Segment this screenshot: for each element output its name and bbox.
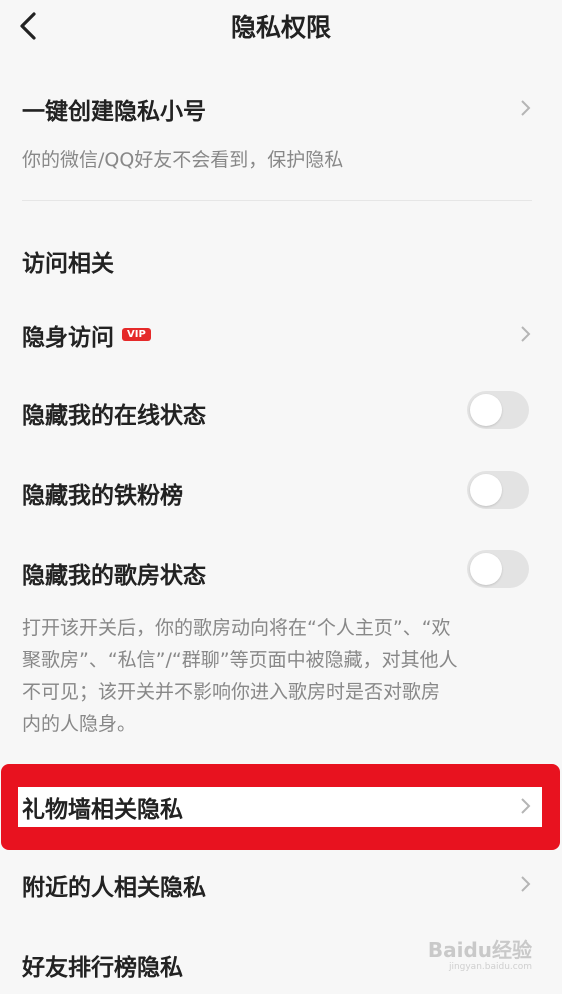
room-status-description: 打开该开关后，你的歌房动向将在“个人主页”、“欢 聚歌房”、“私信”/“群聊”等… bbox=[22, 617, 458, 735]
chevron-right-icon bbox=[519, 98, 533, 118]
hide-fans-list-toggle[interactable] bbox=[467, 471, 529, 509]
section-title-visit: 访问相关 bbox=[22, 251, 114, 277]
invisible-visit-label: 隐身访问 bbox=[22, 325, 114, 351]
vip-badge: VIP bbox=[122, 328, 151, 341]
toggle-knob bbox=[470, 553, 502, 585]
hide-online-status-label: 隐藏我的在线状态 bbox=[22, 403, 206, 429]
toggle-knob bbox=[470, 394, 502, 426]
create-private-account-row[interactable]: 一键创建隐私小号 bbox=[0, 80, 562, 136]
baidu-watermark: Baidu经验 bbox=[427, 938, 532, 962]
toggle-knob bbox=[470, 474, 502, 506]
invisible-visit-row[interactable]: 隐身访问 VIP bbox=[0, 306, 562, 362]
hide-fans-list-label: 隐藏我的铁粉榜 bbox=[22, 483, 183, 509]
nearby-people-privacy-label: 附近的人相关隐私 bbox=[22, 875, 206, 901]
gift-wall-privacy-label: 礼物墙相关隐私 bbox=[22, 797, 183, 823]
create-private-account-label: 一键创建隐私小号 bbox=[22, 99, 206, 125]
page-title: 隐私权限 bbox=[230, 13, 331, 42]
gift-wall-privacy-row[interactable]: 礼物墙相关隐私 bbox=[18, 787, 542, 827]
chevron-right-icon bbox=[519, 874, 533, 894]
create-private-account-description: 你的微信/QQ好友不会看到，保护隐私 bbox=[22, 149, 344, 171]
chevron-right-icon bbox=[519, 324, 533, 344]
nearby-people-privacy-row[interactable]: 附近的人相关隐私 bbox=[0, 856, 562, 912]
divider bbox=[22, 200, 532, 201]
hide-room-status-label: 隐藏我的歌房状态 bbox=[22, 563, 206, 589]
baidu-watermark-url: jingyan.baidu.com bbox=[448, 962, 532, 972]
chevron-right-icon bbox=[519, 796, 533, 816]
hide-room-status-toggle[interactable] bbox=[467, 550, 529, 588]
hide-online-status-toggle[interactable] bbox=[467, 391, 529, 429]
friend-ranking-privacy-label: 好友排行榜隐私 bbox=[22, 955, 183, 981]
